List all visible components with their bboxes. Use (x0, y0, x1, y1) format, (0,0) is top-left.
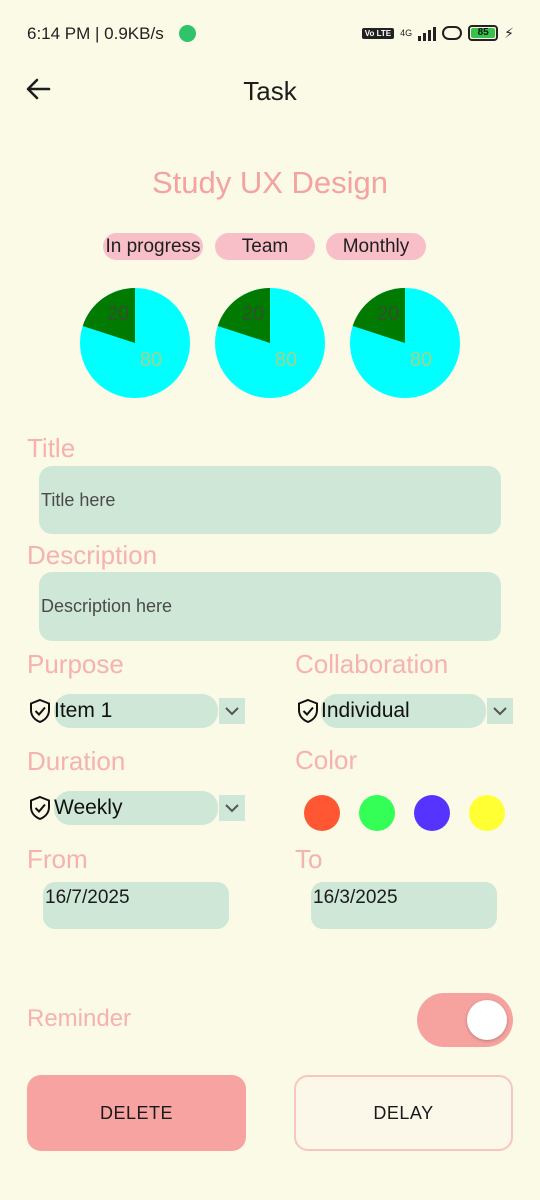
chevron-down-icon[interactable] (487, 698, 513, 724)
progress-pie-1: 20 80 (80, 288, 190, 398)
color-label: Color (295, 745, 358, 775)
reminder-toggle[interactable] (417, 993, 513, 1047)
notification-app-icon (179, 25, 196, 42)
shield-icon (298, 698, 318, 724)
pie-1-small-label: 20 (107, 303, 129, 325)
duration-label: Duration (27, 746, 126, 776)
color-swatch-green[interactable] (359, 795, 395, 831)
reminder-label: Reminder (27, 1005, 132, 1032)
purpose-select[interactable]: Item 1 (54, 694, 218, 728)
progress-pie-3: 20 80 (350, 288, 460, 398)
delay-button[interactable]: DELAY (294, 1075, 513, 1151)
battery-level: 85 (471, 28, 496, 38)
pie-3-small-label: 20 (377, 303, 399, 325)
chip-team[interactable]: Team (215, 233, 315, 260)
shield-icon (30, 795, 50, 821)
chevron-down-icon[interactable] (219, 698, 245, 724)
title-label: Title (27, 433, 76, 463)
color-swatch-purple[interactable] (414, 795, 450, 831)
from-date-field[interactable]: 16/7/2025 (43, 882, 229, 929)
charging-icon: ⚡ (504, 24, 514, 41)
delete-button[interactable]: DELETE (27, 1075, 246, 1151)
chip-frequency[interactable]: Monthly (326, 233, 426, 260)
shield-icon (30, 698, 50, 724)
collaboration-label: Collaboration (295, 649, 449, 679)
description-input[interactable]: Description here (39, 572, 501, 641)
to-date-field[interactable]: 16/3/2025 (311, 882, 497, 929)
network-type: 4G (400, 28, 413, 38)
signal-icon (418, 25, 437, 41)
color-swatch-red[interactable] (304, 795, 340, 831)
toggle-knob (467, 1000, 507, 1040)
pie-3-large-label: 80 (410, 349, 432, 371)
progress-pie-2: 20 80 (215, 288, 325, 398)
volte-icon: Vo LTE (361, 27, 395, 39)
task-name: Study UX Design (151, 165, 389, 200)
battery-icon: 85 (468, 25, 499, 41)
pie-1-large-label: 80 (140, 349, 162, 371)
page-title: Task (243, 76, 297, 106)
collaboration-select[interactable]: Individual (321, 694, 486, 728)
title-input[interactable]: Title here (39, 466, 501, 534)
purpose-label: Purpose (27, 649, 124, 679)
from-label: From (27, 844, 88, 874)
color-swatch-yellow[interactable] (469, 795, 505, 831)
hotspot-icon (442, 26, 463, 40)
pie-2-small-label: 20 (242, 303, 264, 325)
to-label: To (295, 844, 323, 874)
duration-select[interactable]: Weekly (54, 791, 218, 825)
status-time: 6:14 PM | 0.9KB/s (27, 24, 164, 43)
description-label: Description (27, 540, 158, 570)
status-icons: Vo LTE 4G 85 ⚡ (361, 22, 514, 44)
chip-status[interactable]: In progress (103, 233, 203, 260)
pie-2-large-label: 80 (275, 349, 297, 371)
chevron-down-icon[interactable] (219, 795, 245, 821)
